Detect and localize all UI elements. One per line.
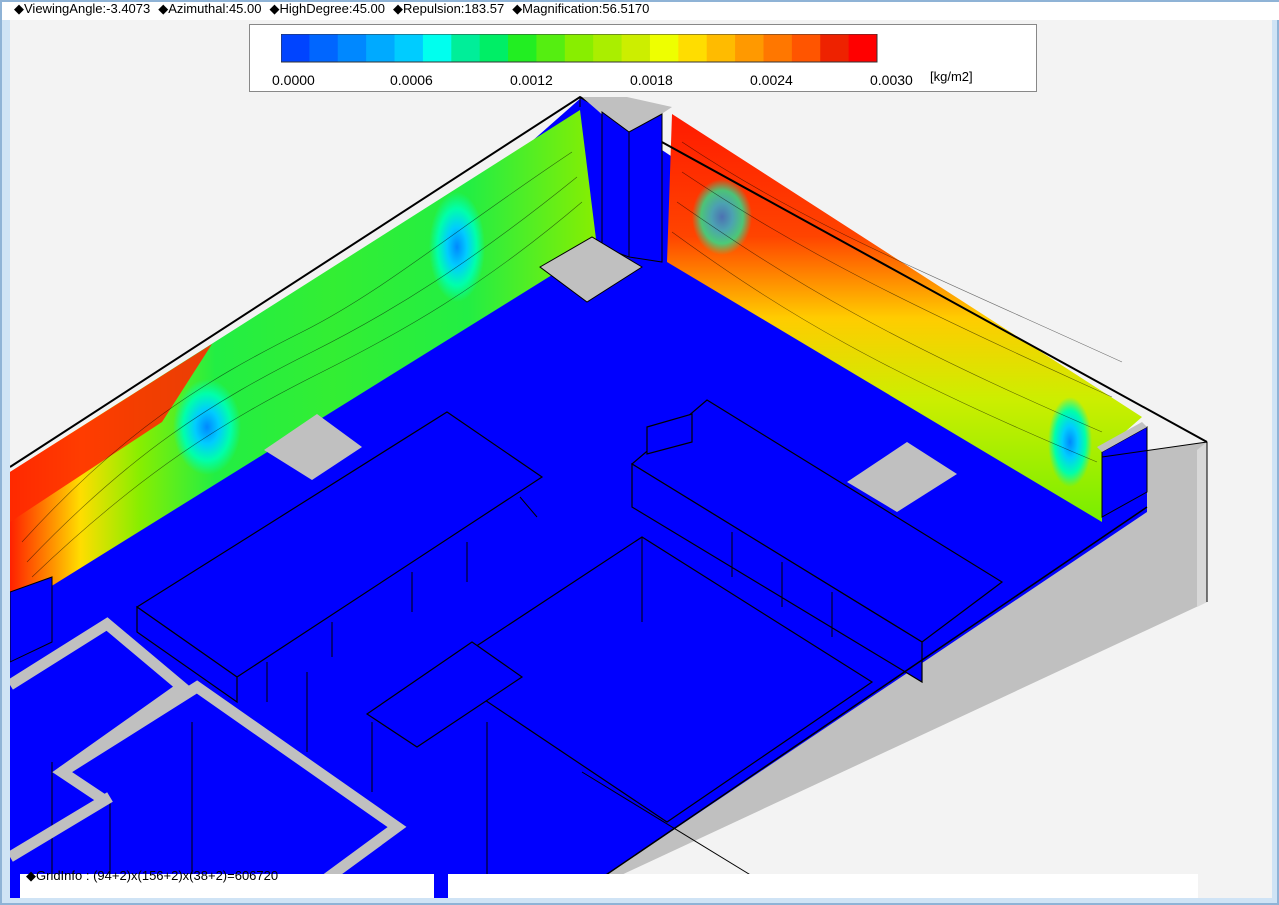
colorbar-swatch [536,34,566,62]
colorbar-swatch [564,34,594,62]
colorbar [281,34,878,63]
room-render [10,95,1208,898]
colorbar-swatch [621,34,651,62]
viewing-angle-label: ◆ViewingAngle:-3.4073 [14,1,151,16]
colorbar-swatch [422,34,452,62]
legend-tick-0: 0.0000 [272,72,315,88]
colorbar-swatch [678,34,708,62]
colorbar-swatch [508,34,537,62]
legend-tick-2: 0.0012 [510,72,553,88]
secondary-status-panel [448,874,1198,898]
colorbar-swatch [366,34,396,62]
colorbar-swatch [479,34,509,62]
colorbar-swatch [763,34,793,62]
view-parameters-bar: ◆ViewingAngle:-3.4073 ◆Azimuthal:45.00 ◆Hi… [2,2,1279,20]
legend-unit: [kg/m2] [930,69,973,84]
colorbar-swatch [735,34,764,62]
3d-viewport[interactable]: 0.0000 0.0006 0.0012 0.0018 0.0024 0.003… [10,20,1272,898]
colorbar-swatch [791,34,821,62]
color-legend: 0.0000 0.0006 0.0012 0.0018 0.0024 0.003… [249,24,1037,92]
legend-tick-4: 0.0024 [750,72,793,88]
app-window: ◆ViewingAngle:-3.4073 ◆Azimuthal:45.00 ◆Hi… [0,0,1279,905]
legend-tick-1: 0.0006 [390,72,433,88]
colorbar-swatch [593,34,623,62]
colorbar-swatch [451,34,481,62]
grid-info-text: ◆GridInfo : (94+2)x(156+2)x(38+2)=606720 [26,868,279,883]
colorbar-swatch [309,34,339,62]
colorbar-swatch [337,34,367,62]
colorbar-swatch [848,34,878,62]
legend-tick-5: 0.0030 [870,72,913,88]
magnification-label: ◆Magnification:56.5170 [512,1,650,16]
high-degree-label: ◆HighDegree:45.00 [269,1,385,16]
colorbar-swatch [394,34,424,62]
colorbar-swatch [820,34,850,62]
legend-tick-3: 0.0018 [630,72,673,88]
colorbar-swatch [649,34,679,62]
azimuthal-label: ◆Azimuthal:45.00 [158,1,262,16]
colorbar-swatch [281,34,310,62]
colorbar-swatch [706,34,736,62]
repulsion-label: ◆Repulsion:183.57 [393,1,505,16]
